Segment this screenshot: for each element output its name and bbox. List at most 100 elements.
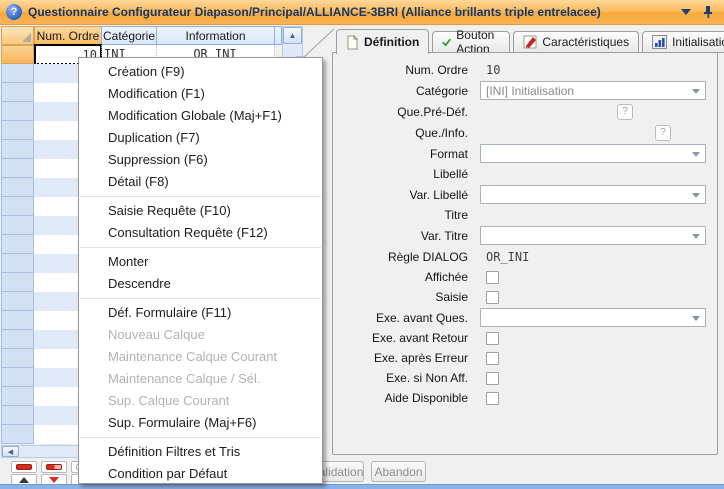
empty-row-selectors[interactable] [1,64,34,444]
que-pre-def-help-button[interactable]: ? [617,104,633,120]
panel-connector-line [295,26,337,60]
categorie-select[interactable]: [INI] Initialisation [480,81,706,100]
form-row-var-libelle: Var. Libellé [340,184,712,205]
regle-dialog-label: Règle DIALOG [340,250,480,264]
var-titre-select[interactable] [480,226,706,245]
menu-item-suppression[interactable]: Suppression (F6) [79,149,322,171]
var-libelle-label: Var. Libellé [340,188,480,202]
combo-arrow-icon [692,89,700,94]
num-ordre-label: Num. Ordre [340,63,480,77]
grid-select-all-header[interactable] [1,26,34,45]
tab-definition[interactable]: Définition [336,29,429,54]
var-libelle-select[interactable] [480,185,706,204]
detail-tabs: Définition Bouton Action Caractéristique… [336,29,724,53]
titre-label: Titre [340,208,480,222]
down-triangle-icon [49,477,59,483]
form-row-var-titre: Var. Titre [340,225,712,246]
window-title: Questionnaire Configurateur Diapason/Pri… [28,5,601,19]
menu-item-def-formulaire[interactable]: Déf. Formulaire (F11) [79,302,322,324]
menu-item-maintenance-calque-sel: Maintenance Calque / Sél. [79,368,322,390]
format-label: Format [340,147,480,161]
form-row-affichee: Affichée [340,267,712,287]
form-row-regle-dialog: Règle DIALOG OR_INI [340,246,712,267]
menu-item-descendre[interactable]: Descendre [79,273,322,295]
exe-si-non-aff-checkbox[interactable] [486,372,499,385]
menu-item-detail[interactable]: Détail (F8) [79,171,322,193]
combo-arrow-icon [692,234,700,239]
exe-si-non-aff-label: Exe. si Non Aff. [340,371,480,385]
categorie-selected-value: [INI] Initialisation [486,84,574,98]
partial-bar-icon [46,464,62,470]
aide-disponible-checkbox[interactable] [486,392,499,405]
context-menu: Création (F9) Modification (F1) Modifica… [78,57,323,484]
red-bar-button[interactable] [11,461,37,473]
exe-avant-retour-checkbox[interactable] [486,332,499,345]
regle-dialog-value: OR_INI [480,250,529,264]
menu-item-definition-filtres-tris[interactable]: Définition Filtres et Tris [79,441,322,463]
menu-separator [80,247,321,248]
form-row-num-ordre: Num. Ordre 10 [340,60,712,80]
combo-arrow-icon [692,193,700,198]
form-row-titre: Titre [340,205,712,225]
menu-item-sup-formulaire[interactable]: Sup. Formulaire (Maj+F6) [79,412,322,434]
column-header-partial [274,26,282,45]
format-select[interactable] [480,144,706,163]
row-selector-active[interactable] [1,45,34,64]
column-header-categorie[interactable]: Catégorie [101,26,157,45]
red-bar-partial-button[interactable] [41,461,67,473]
help-icon[interactable]: ? [6,4,22,20]
form-row-que-info: Que./Info. ? [340,122,712,143]
abandon-button[interactable]: Abandon [371,461,426,482]
var-titre-label: Var. Titre [340,229,480,243]
form-row-exe-avant-ques: Exe. avant Ques. [340,307,712,328]
libelle-label: Libellé [340,167,480,181]
bar-chart-icon [652,35,667,49]
red-pen-icon [523,35,537,49]
tab-label: Initialisation [672,35,724,49]
menu-item-duplication[interactable]: Duplication (F7) [79,127,322,149]
exe-avant-retour-label: Exe. avant Retour [340,331,480,345]
menu-item-modification[interactable]: Modification (F1) [79,83,322,105]
form-row-categorie: Catégorie [INI] Initialisation [340,80,712,101]
form-row-libelle: Libellé [340,164,712,184]
tab-initialisation[interactable]: Initialisation [642,31,724,53]
tab-label: Caractéristiques [542,35,629,49]
tab-bouton-action[interactable]: Bouton Action [432,31,510,53]
column-header-information[interactable]: Information [156,26,275,45]
document-icon [346,35,359,50]
title-bar: ? Questionnaire Configurateur Diapason/P… [0,0,724,25]
affichee-checkbox[interactable] [486,271,499,284]
menu-item-saisie-requete[interactable]: Saisie Requête (F10) [79,200,322,222]
check-icon [442,36,451,49]
chevron-down-icon[interactable] [681,9,691,15]
form-row-format: Format [340,143,712,164]
menu-item-modification-globale[interactable]: Modification Globale (Maj+F1) [79,105,322,127]
pin-icon[interactable] [703,5,714,19]
saisie-checkbox[interactable] [486,291,499,304]
menu-separator [80,196,321,197]
categorie-label: Catégorie [340,84,480,98]
menu-item-condition-par-defaut[interactable]: Condition par Défaut [79,463,322,485]
menu-item-consultation-requete[interactable]: Consultation Requête (F12) [79,222,322,244]
form-row-exe-apres-erreur: Exe. après Erreur [340,348,712,368]
exe-apres-erreur-checkbox[interactable] [486,352,499,365]
que-info-help-button[interactable]: ? [655,125,671,141]
form-row-exe-avant-retour: Exe. avant Retour [340,328,712,348]
exe-apres-erreur-label: Exe. après Erreur [340,351,480,365]
exe-avant-ques-select[interactable] [480,308,706,327]
menu-separator [80,437,321,438]
tab-caracteristiques[interactable]: Caractéristiques [513,31,639,53]
combo-arrow-icon [692,152,700,157]
menu-item-creation[interactable]: Création (F9) [79,61,322,83]
scroll-left-button[interactable]: ◀ [2,446,19,457]
form-row-saisie: Saisie [340,287,712,307]
combo-arrow-icon [692,316,700,321]
num-ordre-value: 10 [480,63,500,77]
saisie-label: Saisie [340,290,480,304]
que-pre-def-label: Que.Pré-Déf. [340,105,480,119]
column-header-num-ordre[interactable]: Num. Ordre [34,26,102,45]
form-row-que-pre-def: Que.Pré-Déf. ? [340,101,712,122]
menu-item-nouveau-calque: Nouveau Calque [79,324,322,346]
menu-item-monter[interactable]: Monter [79,251,322,273]
affichee-label: Affichée [340,270,480,284]
